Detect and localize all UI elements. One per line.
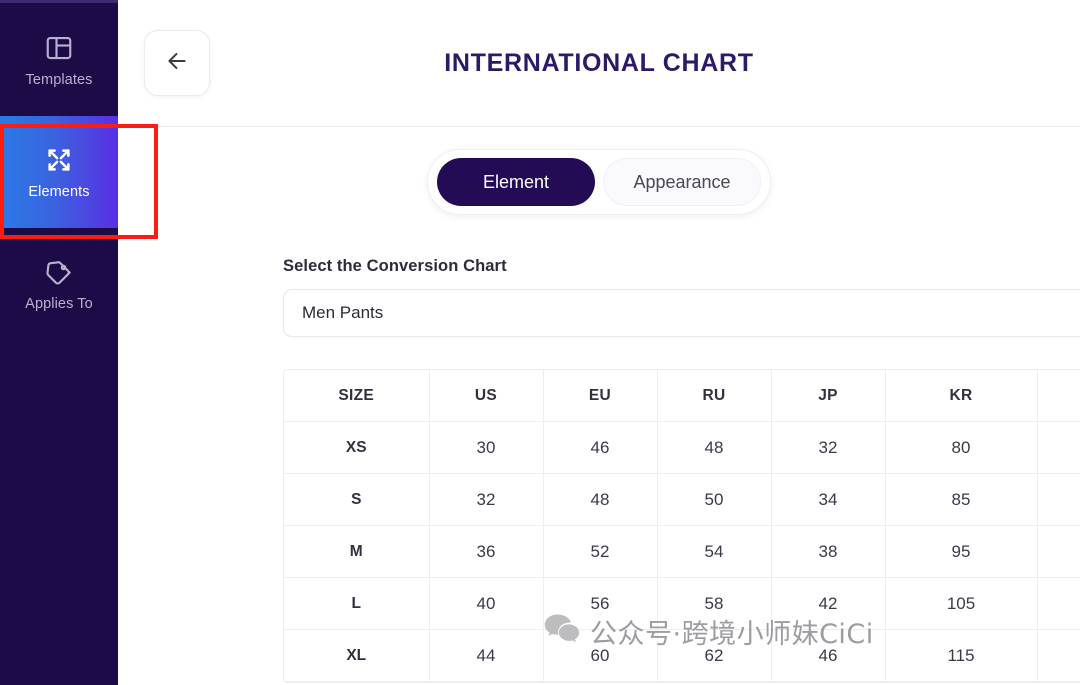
sidebar-item-label-templates: Templates [25,71,93,88]
table-column-header-ru: RU [657,370,772,422]
table-cell-us: 36 [429,525,544,578]
sidebar: Templates Elements Applies To [0,0,118,685]
table-column-header-jp: JP [771,370,886,422]
table-cell-ru: 48 [657,421,772,474]
table-cell-eu: 46 [543,421,658,474]
table-header-row: SIZE US EU RU JP KR UK [284,370,1080,422]
table-cell-size: M [284,525,430,578]
table-cell-jp: 38 [771,525,886,578]
sidebar-item-templates[interactable]: Templates [0,4,118,116]
table-cell-size: XS [284,421,430,474]
table-cell-ru: 62 [657,629,772,682]
layout-panel-icon [44,33,74,63]
table-cell-ru: 50 [657,473,772,526]
table-cell-uk: 44 [1037,629,1080,682]
conversion-chart-field: Select the Conversion Chart Men Pants [283,257,1080,337]
table-column-header-size: SIZE [284,370,430,422]
table-header: SIZE US EU RU JP KR UK [284,370,1080,422]
table-column-header-kr: KR [885,370,1038,422]
table-cell-ru: 58 [657,577,772,630]
table-cell-uk: 36 [1037,525,1080,578]
table-row: M 36 52 54 38 95 36 [284,525,1080,578]
table-cell-kr: 105 [885,577,1038,630]
table-row: S 32 48 50 34 85 32 [284,473,1080,526]
table-cell-size: S [284,473,430,526]
table-cell-uk: 32 [1037,473,1080,526]
table-cell-ru: 54 [657,525,772,578]
sidebar-item-applies-to[interactable]: Applies To [0,228,118,340]
table-cell-kr: 85 [885,473,1038,526]
sidebar-item-elements[interactable]: Elements [0,116,118,228]
table-cell-us: 32 [429,473,544,526]
expand-arrows-icon [44,145,74,175]
app-root: Templates Elements Applies To INTERNATIO… [0,0,1080,685]
table-cell-jp: 34 [771,473,886,526]
table-cell-eu: 52 [543,525,658,578]
back-button[interactable] [144,30,210,96]
table-row: XS 30 46 48 32 80 30 [284,421,1080,474]
conversion-chart-select[interactable]: Men Pants [283,289,1080,337]
table-column-header-uk: UK [1037,370,1080,422]
size-conversion-table-wrapper: SIZE US EU RU JP KR UK XS 30 46 48 [283,369,1080,683]
tag-icon [44,257,74,287]
table-cell-us: 40 [429,577,544,630]
top-header-bar: INTERNATIONAL CHART [118,0,1080,127]
segmented-toggle: Element Appearance [427,149,771,215]
table-cell-kr: 80 [885,421,1038,474]
table-cell-size: XL [284,629,430,682]
size-conversion-table: SIZE US EU RU JP KR UK XS 30 46 48 [284,370,1080,682]
segmented-toggle-container: Element Appearance [118,149,1080,215]
tab-element[interactable]: Element [437,158,595,206]
table-cell-kr: 95 [885,525,1038,578]
table-cell-jp: 46 [771,629,886,682]
table-cell-uk: 40 [1037,577,1080,630]
select-label: Select the Conversion Chart [283,257,507,275]
table-cell-eu: 48 [543,473,658,526]
table-cell-jp: 32 [771,421,886,474]
table-cell-eu: 56 [543,577,658,630]
table-cell-us: 30 [429,421,544,474]
table-body: XS 30 46 48 32 80 30 S 32 48 50 34 [284,421,1080,682]
table-cell-us: 44 [429,629,544,682]
table-cell-uk: 30 [1037,421,1080,474]
table-cell-size: L [284,577,430,630]
table-cell-eu: 60 [543,629,658,682]
sidebar-item-label-elements: Elements [28,183,90,200]
table-column-header-us: US [429,370,544,422]
tab-appearance[interactable]: Appearance [603,158,761,206]
arrow-left-icon [164,48,190,79]
main-content: INTERNATIONAL CHART Element Appearance S… [118,0,1080,685]
table-column-header-eu: EU [543,370,658,422]
table-cell-jp: 42 [771,577,886,630]
table-row: L 40 56 58 42 105 40 [284,577,1080,630]
sidebar-item-label-applies-to: Applies To [25,295,93,312]
select-value: Men Pants [302,303,384,322]
page-title: INTERNATIONAL CHART [444,48,754,77]
table-row: XL 44 60 62 46 115 44 [284,629,1080,682]
table-cell-kr: 115 [885,629,1038,682]
